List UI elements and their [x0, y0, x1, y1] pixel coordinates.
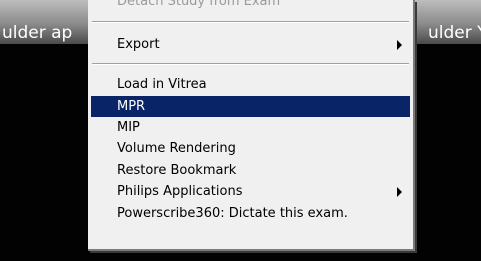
menu-item-detach-study[interactable]: Detach Study from Exam: [91, 0, 410, 12]
context-menu: Detach Study from Exam Export Load in Vi…: [88, 0, 415, 251]
menu-item-restore-bookmark[interactable]: Restore Bookmark: [91, 160, 410, 181]
left-series-label: ulder ap: [2, 23, 73, 43]
right-series-label: ulder Y: [428, 23, 481, 43]
menu-item-mip[interactable]: MIP: [91, 117, 410, 138]
menu-item-load-in-vitrea[interactable]: Load in Vitrea: [91, 74, 410, 95]
menu-item-powerscribe-dictate[interactable]: Powerscribe360: Dictate this exam.: [91, 203, 410, 224]
menu-item-volume-rendering[interactable]: Volume Rendering: [91, 138, 410, 159]
menu-item-mpr[interactable]: MPR: [91, 96, 410, 117]
menu-item-label: Philips Applications: [117, 184, 243, 199]
menu-separator: [92, 21, 409, 23]
menu-separator: [92, 63, 409, 65]
menu-item-label: Export: [117, 37, 160, 52]
submenu-arrow-icon: [397, 187, 402, 197]
menu-item-philips-applications[interactable]: Philips Applications: [91, 181, 410, 202]
menu-item-export[interactable]: Export: [91, 34, 410, 55]
submenu-arrow-icon: [397, 40, 402, 50]
